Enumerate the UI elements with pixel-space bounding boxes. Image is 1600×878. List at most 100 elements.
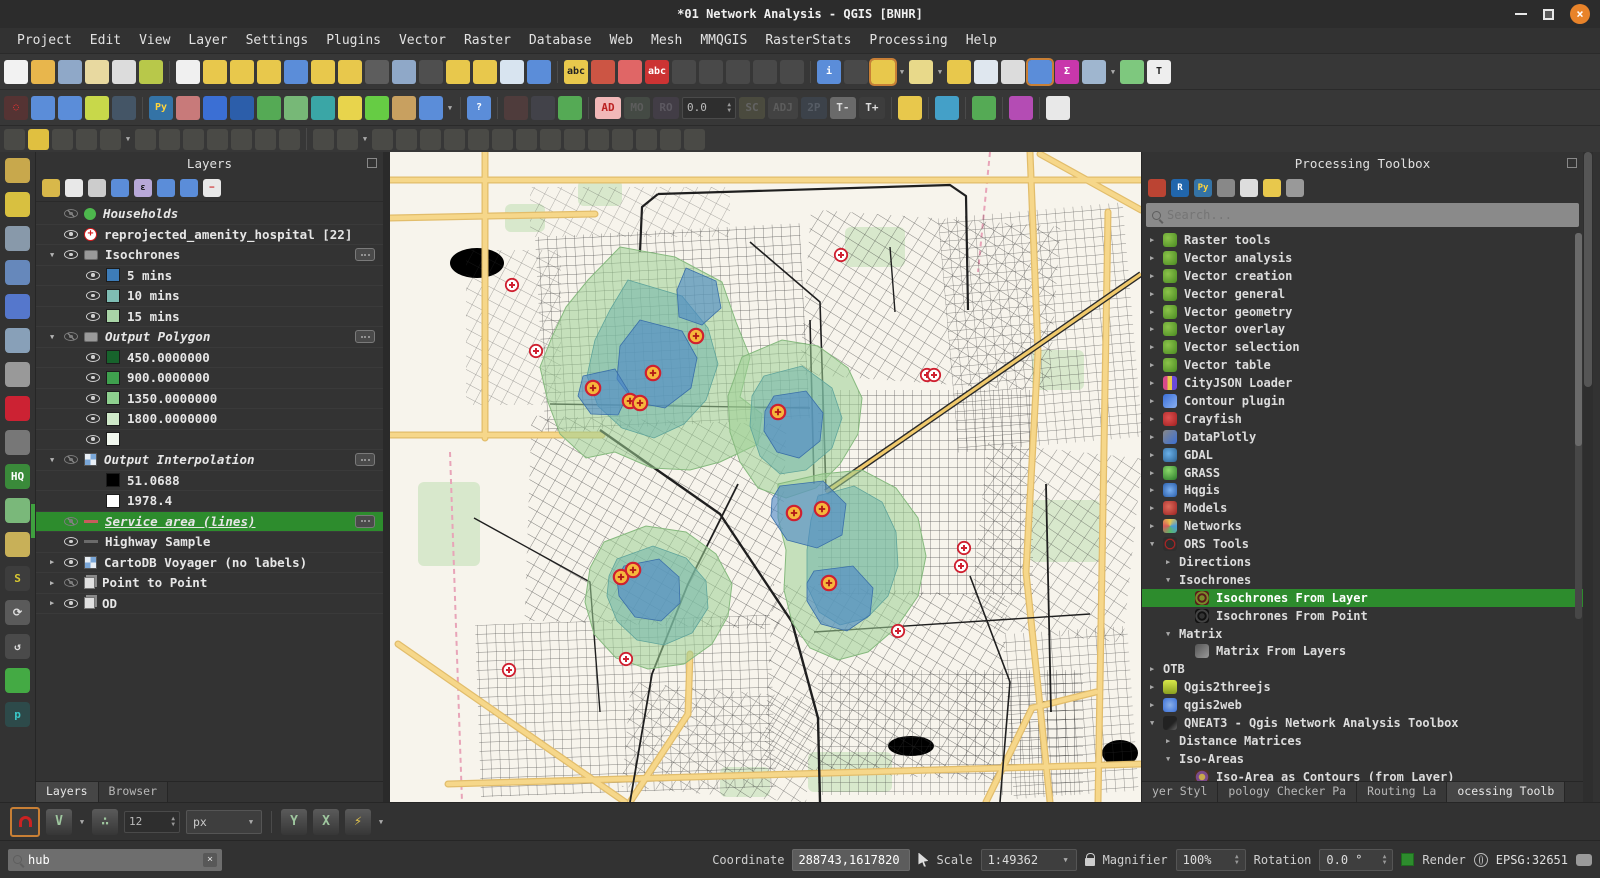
layer-row[interactable]: 1978.4 (36, 491, 383, 512)
pan-map-icon[interactable] (176, 60, 200, 84)
algorithm-row[interactable]: ▶Vector selection (1142, 338, 1583, 356)
memory-layer-badge[interactable] (355, 515, 375, 528)
datasource-manager-icon[interactable] (5, 158, 30, 183)
layer-row[interactable]: ▼Isochrones (36, 245, 383, 266)
menu-view[interactable]: View (130, 30, 179, 51)
dropdown-caret-icon[interactable]: ▼ (446, 104, 454, 112)
paste-features-icon[interactable] (231, 129, 252, 150)
r-scripts-icon[interactable]: R (1171, 179, 1189, 197)
snapping-mode-button[interactable]: V (46, 809, 72, 835)
trim-extend-icon[interactable] (684, 129, 705, 150)
advanced-AD-button[interactable]: AD (595, 97, 621, 119)
render-checkbox[interactable] (1401, 853, 1414, 866)
messages-icon[interactable] (1576, 854, 1592, 866)
expand-arrow-icon[interactable]: ▶ (1150, 272, 1163, 280)
collapse-arrow-icon[interactable]: ▼ (50, 333, 64, 341)
visibility-eye-icon[interactable] (64, 537, 78, 546)
layer-row[interactable]: 900.0000000 (36, 368, 383, 389)
current-edits-icon[interactable] (4, 129, 25, 150)
routing-icon[interactable] (898, 96, 922, 120)
locator-input[interactable] (28, 853, 197, 867)
menu-rasterstats[interactable]: RasterStats (756, 30, 860, 51)
measure-icon[interactable] (1082, 60, 1106, 84)
tab-ocessing-toolb[interactable]: ocessing Toolb (1447, 782, 1565, 802)
snapping-tolerance-stepper[interactable]: 12 ▲▼ (124, 811, 180, 833)
qneat3-terrain-icon[interactable] (365, 96, 389, 120)
globe-blue-icon[interactable] (230, 96, 254, 120)
tracing-button[interactable]: ⚡ (345, 809, 371, 835)
menu-web[interactable]: Web (601, 30, 642, 51)
memory-layer-badge[interactable] (355, 248, 375, 261)
snapping-unit-select[interactable]: px ▼ (186, 810, 262, 834)
expand-arrow-icon[interactable]: ▶ (50, 558, 64, 566)
modify-attributes-icon[interactable] (135, 129, 156, 150)
expand-arrow-icon[interactable]: ▶ (1150, 683, 1163, 691)
cut-features-icon[interactable] (183, 129, 204, 150)
algorithm-row[interactable]: ▶Hqgis (1142, 481, 1583, 499)
delete-ring-icon[interactable] (492, 129, 513, 150)
reload-icon[interactable]: ⟳ (5, 600, 30, 625)
color-dots-icon[interactable] (5, 430, 30, 455)
expand-arrow-icon[interactable]: ▶ (1150, 415, 1163, 423)
add-ring-icon[interactable] (420, 129, 441, 150)
split-parts-icon[interactable] (612, 129, 633, 150)
layer-row[interactable]: ▼Output Interpolation (36, 450, 383, 471)
hospital-marker[interactable] (506, 279, 518, 291)
window-scrollbar[interactable] (1583, 152, 1593, 802)
expand-arrow-icon[interactable]: ▶ (1166, 558, 1179, 566)
menu-plugins[interactable]: Plugins (317, 30, 390, 51)
scale-select[interactable]: 1:49362 ▼ (981, 849, 1077, 871)
collapse-arrow-icon[interactable]: ▼ (1150, 719, 1163, 727)
copy-features-icon[interactable] (207, 129, 228, 150)
expand-arrow-icon[interactable]: ▶ (1150, 308, 1163, 316)
algorithm-row[interactable]: ▶Directions (1142, 553, 1583, 571)
reshape-icon[interactable] (540, 129, 561, 150)
panel-close-icon[interactable] (1567, 158, 1577, 168)
layer-row[interactable]: ▶Point to Point (36, 573, 383, 594)
style-dock-icon[interactable] (5, 328, 30, 353)
expand-arrow-icon[interactable]: ▶ (1150, 433, 1163, 441)
mesh-icon[interactable] (5, 294, 30, 319)
lastools-icon[interactable] (311, 96, 335, 120)
tab-pology-checker-pa[interactable]: pology Checker Pa (1218, 782, 1357, 802)
menu-raster[interactable]: Raster (455, 30, 520, 51)
algorithm-row[interactable]: Isochrones From Point (1142, 607, 1583, 625)
algorithm-row[interactable]: ▶Vector table (1142, 356, 1583, 374)
menu-settings[interactable]: Settings (237, 30, 318, 51)
quill-metasearch-icon[interactable] (5, 260, 30, 285)
hqgis-icon[interactable]: HQ (5, 464, 30, 489)
label-pin-icon[interactable] (618, 60, 642, 84)
layer-row[interactable]: +reprojected_amenity_hospital [22] (36, 225, 383, 246)
visibility-eye-icon[interactable] (86, 373, 100, 382)
menu-edit[interactable]: Edit (81, 30, 130, 51)
table-refresh-icon[interactable] (558, 96, 582, 120)
snap-intersection-button[interactable]: X (313, 809, 339, 835)
algorithm-row[interactable]: ▼ORS Tools (1142, 535, 1583, 553)
maximize-icon[interactable] (1543, 9, 1554, 20)
expand-arrow-icon[interactable]: ▶ (1150, 486, 1163, 494)
visibility-eye-icon[interactable] (86, 291, 100, 300)
menu-mmqgis[interactable]: MMQGIS (691, 30, 756, 51)
algorithm-row[interactable]: ▶Distance Matrices (1142, 732, 1583, 750)
vertex-tool-icon[interactable] (100, 129, 121, 150)
add-part-icon[interactable] (444, 129, 465, 150)
menu-vector[interactable]: Vector (390, 30, 455, 51)
expand-all-icon[interactable] (157, 179, 175, 197)
algorithm-row[interactable]: Iso-Area as Contours (from Layer) (1142, 768, 1583, 781)
algorithm-row[interactable]: Matrix From Layers (1142, 642, 1583, 660)
options-wrench-icon[interactable] (1286, 179, 1304, 197)
minimize-icon[interactable] (1515, 13, 1527, 15)
advanced-SC-button[interactable]: SC (739, 97, 765, 119)
visibility-eye-icon[interactable] (64, 599, 78, 608)
merge-features-icon[interactable] (636, 129, 657, 150)
search-layers-icon[interactable] (284, 96, 308, 120)
algorithm-row[interactable]: ▶Qgis2threejs (1142, 678, 1583, 696)
wfs-catalog-icon[interactable] (5, 192, 30, 217)
expand-arrow-icon[interactable]: ▶ (50, 599, 64, 607)
geocode-icon[interactable] (58, 96, 82, 120)
expand-arrow-icon[interactable]: ▶ (1150, 504, 1163, 512)
remove-layer-icon[interactable]: − (203, 179, 221, 197)
collapse-arrow-icon[interactable]: ▼ (50, 456, 64, 464)
results-viewer-icon[interactable] (1240, 179, 1258, 197)
tab-browser[interactable]: Browser (99, 782, 168, 802)
